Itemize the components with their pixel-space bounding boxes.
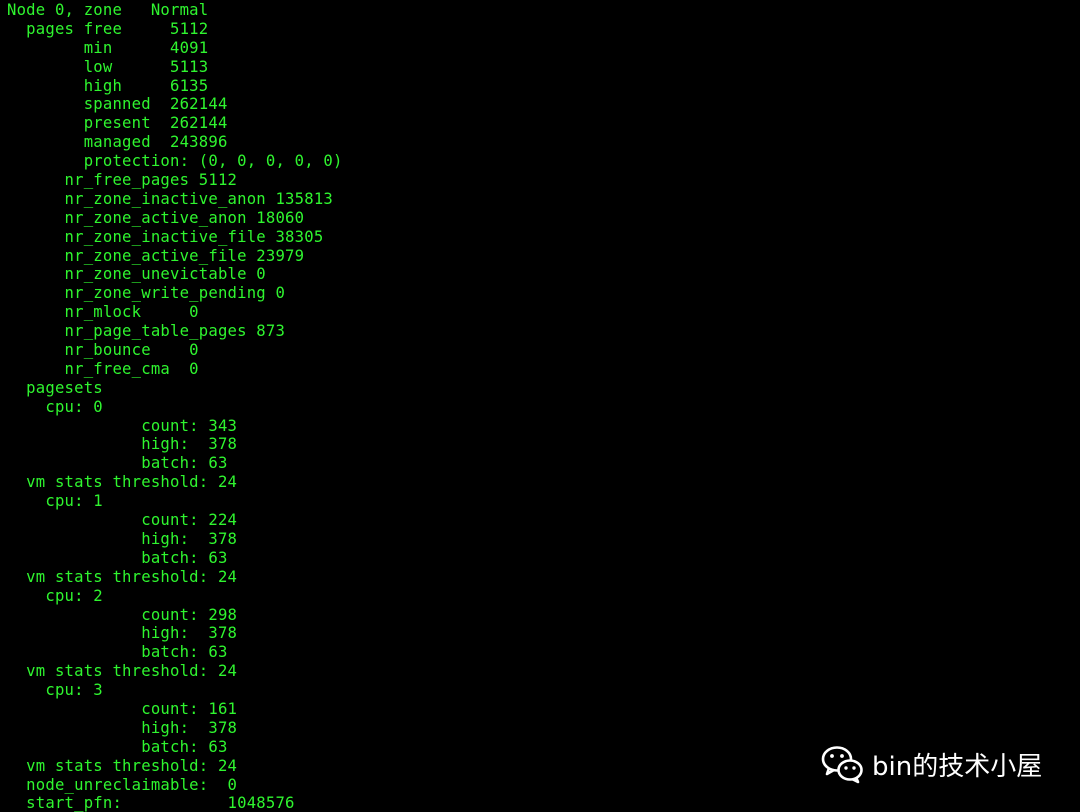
terminal-line: nr_mlock 0 [7, 303, 199, 322]
terminal-line: cpu: 3 [7, 681, 103, 700]
terminal-line: count: 298 [7, 605, 238, 624]
terminal-line: nr_free_cma 0 [7, 359, 199, 378]
terminal-line: protection: (0, 0, 0, 0, 0) [7, 152, 343, 171]
terminal-line: vm stats threshold: 24 [7, 473, 238, 492]
terminal-line: batch: 63 [7, 548, 228, 567]
terminal-line: count: 224 [7, 511, 238, 530]
terminal-line: count: 161 [7, 699, 238, 718]
terminal-line: nr_free_pages 5112 [7, 171, 238, 190]
terminal-line: batch: 63 [7, 454, 228, 473]
terminal-line: managed 243896 [7, 133, 228, 152]
terminal-line: high: 378 [7, 435, 238, 454]
terminal-line: high 6135 [7, 76, 209, 95]
terminal-line: low 5113 [7, 57, 209, 76]
wechat-icon [821, 746, 863, 784]
terminal-line: node_unreclaimable: 0 [7, 775, 238, 794]
terminal-line: nr_zone_inactive_file 38305 [7, 227, 324, 246]
terminal-output: Node 0, zone Normal pages free 5112 min … [7, 1, 343, 812]
watermark: bin的技术小屋 [820, 742, 1042, 786]
terminal-line: Node 0, zone Normal [7, 1, 209, 19]
terminal-line: pages free 5112 [7, 19, 209, 38]
terminal-line: min 4091 [7, 38, 209, 57]
terminal-line: nr_zone_active_anon 18060 [7, 208, 305, 227]
terminal-line: high: 378 [7, 529, 238, 548]
terminal-line: nr_zone_write_pending 0 [7, 284, 286, 303]
terminal-line: nr_zone_active_file 23979 [7, 246, 305, 265]
terminal-window: Node 0, zone Normal pages free 5112 min … [0, 0, 1080, 812]
terminal-line: cpu: 1 [7, 492, 103, 511]
terminal-line: nr_bounce 0 [7, 341, 199, 360]
terminal-line: high: 378 [7, 624, 238, 643]
terminal-line: nr_zone_inactive_anon 135813 [7, 189, 333, 208]
terminal-line: count: 343 [7, 416, 238, 435]
terminal-line: pagesets [7, 378, 103, 397]
terminal-line: cpu: 0 [7, 397, 103, 416]
terminal-line: vm stats threshold: 24 [7, 567, 238, 586]
terminal-line: nr_page_table_pages 873 [7, 322, 286, 341]
terminal-line: vm stats threshold: 24 [7, 756, 238, 775]
terminal-line: high: 378 [7, 718, 238, 737]
terminal-line: batch: 63 [7, 643, 228, 662]
terminal-line: spanned 262144 [7, 95, 228, 114]
terminal-line: nr_zone_unevictable 0 [7, 265, 266, 284]
terminal-line: vm stats threshold: 24 [7, 662, 238, 681]
terminal-line: cpu: 2 [7, 586, 103, 605]
terminal-line: start_pfn: 1048576 [7, 794, 295, 812]
terminal-line: present 262144 [7, 114, 228, 133]
terminal-line: batch: 63 [7, 737, 228, 756]
watermark-text: bin的技术小屋 [872, 751, 1043, 782]
